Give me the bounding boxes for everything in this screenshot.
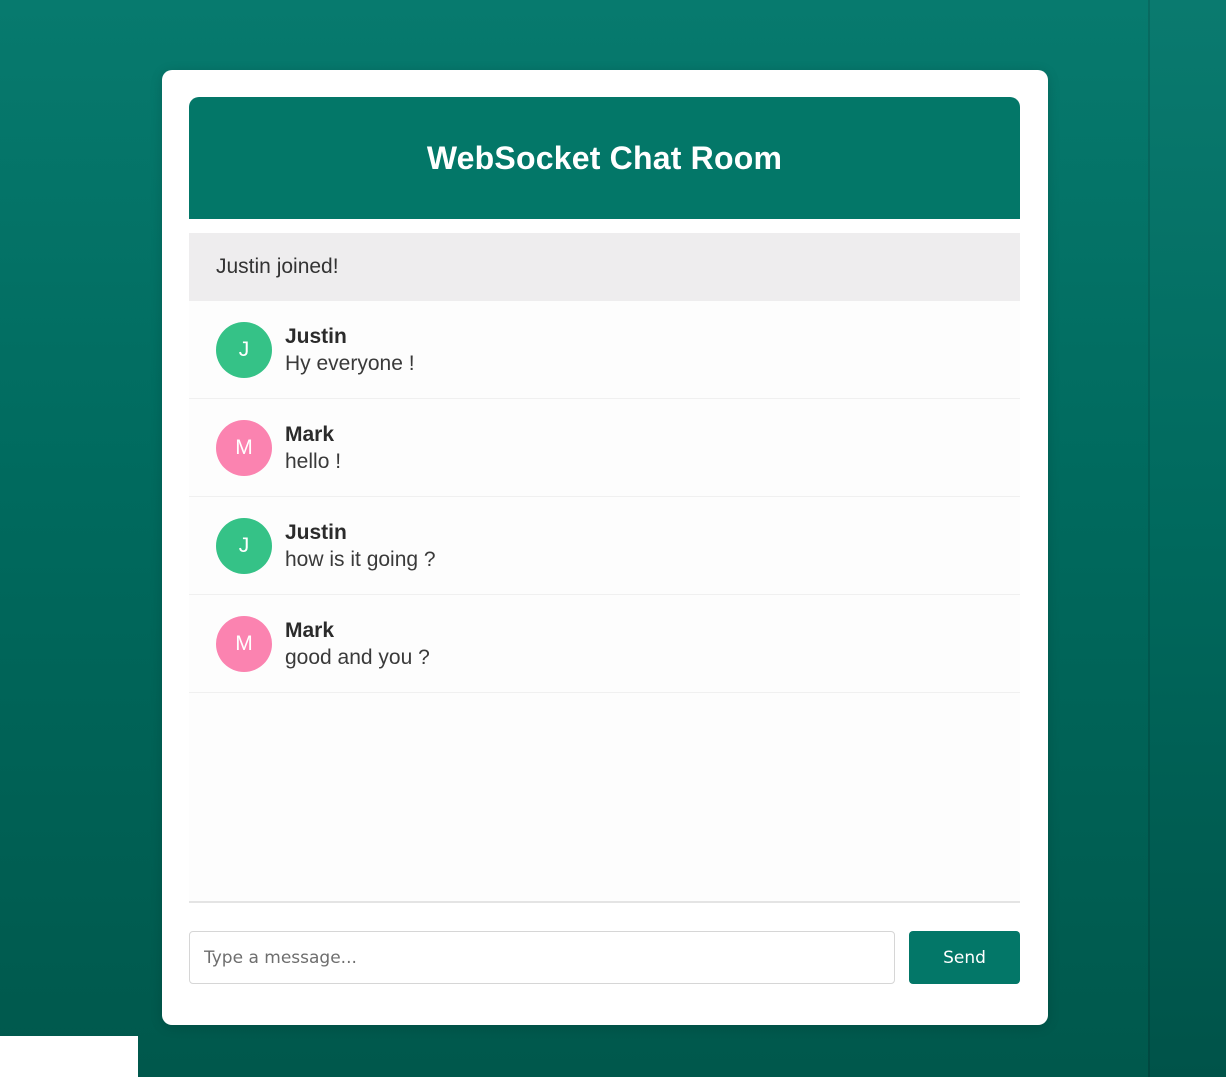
send-button[interactable]: Send xyxy=(909,931,1020,984)
message-item: J Justin how is it going ? xyxy=(189,497,1020,595)
message-body: Mark good and you ? xyxy=(285,617,430,671)
message-text: hello ! xyxy=(285,449,342,473)
message-text: how is it going ? xyxy=(285,547,436,571)
message-input[interactable] xyxy=(189,931,895,984)
message-username: Justin xyxy=(285,520,347,544)
message-text: Hy everyone ! xyxy=(285,351,415,375)
avatar: J xyxy=(216,517,272,574)
message-text: good and you ? xyxy=(285,645,430,669)
avatar: J xyxy=(216,321,272,378)
message-username: Mark xyxy=(285,422,335,446)
message-item: M Mark good and you ? xyxy=(189,595,1020,693)
message-list[interactable]: Justin joined! J Justin Hy everyone ! M … xyxy=(189,233,1020,903)
chat-header: WebSocket Chat Room xyxy=(189,97,1020,219)
message-body: Justin how is it going ? xyxy=(285,519,436,573)
system-message: Justin joined! xyxy=(189,233,1020,301)
page-title: WebSocket Chat Room xyxy=(426,139,783,176)
avatar: M xyxy=(216,419,272,476)
background-side-panel xyxy=(1148,0,1226,1077)
message-item: M Mark hello ! xyxy=(189,399,1020,497)
message-item: J Justin Hy everyone ! xyxy=(189,301,1020,399)
message-body: Justin Hy everyone ! xyxy=(285,323,415,377)
background-corner-block xyxy=(0,1036,138,1077)
chat-card: WebSocket Chat Room Justin joined! J Jus… xyxy=(162,70,1048,1025)
message-composer: Send xyxy=(189,931,1020,984)
message-body: Mark hello ! xyxy=(285,421,341,475)
message-username: Mark xyxy=(285,618,335,642)
avatar: M xyxy=(216,615,272,672)
message-username: Justin xyxy=(285,324,347,348)
